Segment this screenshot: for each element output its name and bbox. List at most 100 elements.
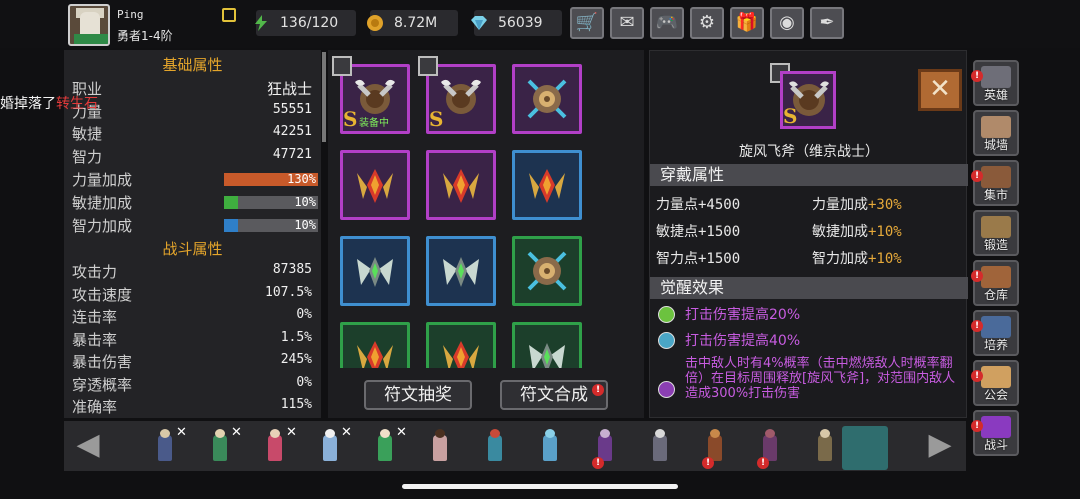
- nav-forge[interactable]: 锻造: [973, 210, 1019, 256]
- hero-head: [325, 429, 335, 438]
- nav-battle-icon: [981, 416, 1011, 438]
- hero-body: [268, 435, 282, 461]
- combat-attributes-title: 战斗属性: [162, 240, 223, 258]
- nav-wall[interactable]: 城墙: [973, 110, 1019, 156]
- awaken-effects-title: 觉醒效果: [650, 277, 968, 299]
- diamond-counter: 56039: [471, 10, 562, 36]
- awaken-text: 打击伤害提高20%: [685, 307, 801, 323]
- wear-attr-value: +1500: [698, 224, 741, 240]
- hero-body: [213, 435, 227, 461]
- combine-alert-icon: !: [592, 384, 604, 396]
- nav-train[interactable]: 培养!: [971, 310, 1019, 356]
- settings-gear-icon[interactable]: ⚙: [690, 7, 724, 39]
- hero-portrait[interactable]: [535, 427, 565, 467]
- locked-x-icon: ✕: [341, 425, 352, 440]
- hero-head: [435, 429, 445, 438]
- nav-market[interactable]: 集市!: [971, 160, 1019, 206]
- locked-x-icon: ✕: [286, 425, 297, 440]
- hero-portrait[interactable]: !: [755, 427, 785, 469]
- shop-cart-icon[interactable]: 🛒: [570, 7, 604, 39]
- hero-portrait[interactable]: [480, 427, 510, 467]
- diamond-icon: [471, 16, 487, 30]
- bonus-label: 智力加成: [72, 217, 133, 235]
- color-wheel-icon[interactable]: ◉: [770, 7, 804, 39]
- prev-arrow-icon[interactable]: ◀: [70, 427, 106, 463]
- intellect-label: 智力: [72, 148, 103, 166]
- feather-icon[interactable]: ✒: [810, 7, 844, 39]
- hero-portrait[interactable]: ✕: [370, 425, 407, 467]
- nav-guild[interactable]: 公会!: [971, 360, 1019, 406]
- shield-rune-icon: [525, 77, 569, 121]
- wear-attr: 敏捷点+1500: [656, 221, 740, 241]
- hero-body: [488, 435, 502, 461]
- hero-head: [710, 429, 720, 438]
- stats-scrollbar[interactable]: [322, 52, 326, 142]
- rune-slot-flame-3[interactable]: [512, 150, 582, 220]
- stat-row-job: 职业 狂战士: [72, 78, 312, 100]
- close-button[interactable]: ✕: [918, 69, 962, 111]
- rune-slot-wing-1[interactable]: [340, 236, 410, 306]
- nav-battle[interactable]: 战斗!: [971, 410, 1019, 456]
- gamepad-icon[interactable]: 🎮: [650, 7, 684, 39]
- hero-portrait[interactable]: ✕: [150, 425, 187, 467]
- drop-notice: 婚掉落了转生石: [0, 93, 98, 113]
- job-value: 狂战士: [266, 80, 312, 98]
- gold-value: 8.72M: [394, 15, 438, 31]
- energy-icon: [255, 15, 267, 31]
- rune-combine-button[interactable]: 符文合成 !: [500, 380, 608, 410]
- rune-slot-shield-2[interactable]: [512, 236, 582, 306]
- agility-label: 敏捷: [72, 125, 103, 143]
- nav-label: 集市: [983, 188, 1008, 202]
- flame-rune-icon: [525, 163, 569, 207]
- wear-attr-label: 敏捷点: [656, 224, 698, 240]
- hero-portrait[interactable]: [645, 427, 675, 467]
- hero-body: [323, 435, 337, 461]
- alert-icon: !: [592, 457, 604, 469]
- hero-head: [765, 429, 775, 438]
- rune-slot-wing-3[interactable]: [512, 322, 582, 368]
- combat-row: 暴击率 1.5%: [72, 329, 312, 351]
- hero-body: [433, 435, 447, 461]
- rune-draw-button[interactable]: 符文抽奖: [364, 380, 472, 410]
- rune-slot-flame-1[interactable]: [340, 150, 410, 220]
- combat-value: 87385: [272, 262, 312, 277]
- hero-portrait[interactable]: ✕: [315, 425, 352, 467]
- energy-value: 136/120: [280, 15, 339, 31]
- hero-portrait[interactable]: [425, 427, 455, 467]
- edit-name-icon[interactable]: [222, 8, 236, 22]
- hero-portrait[interactable]: ✕: [205, 425, 242, 467]
- hero-portrait[interactable]: [810, 427, 840, 467]
- energy-counter: 136/120: [255, 10, 356, 36]
- mail-icon[interactable]: ✉: [610, 7, 644, 39]
- combat-row: 连击率 0%: [72, 306, 312, 328]
- wing-rune-icon: [525, 335, 569, 368]
- nav-label: 战斗: [983, 438, 1008, 452]
- rune-slot-flame-5[interactable]: [426, 322, 496, 368]
- hero-body: [378, 435, 392, 461]
- player-avatar[interactable]: [68, 4, 110, 46]
- basic-attributes-title: 基础属性: [162, 56, 223, 74]
- combat-label: 暴击率: [72, 330, 118, 349]
- nav-storage[interactable]: 仓库!: [971, 260, 1019, 306]
- hero-portrait[interactable]: !: [590, 427, 620, 469]
- rune-slot-wing-2[interactable]: [426, 236, 496, 306]
- bonus-row: 敏捷加成 10%: [72, 192, 318, 214]
- bonus-value: 10%: [294, 195, 316, 209]
- hero-body: [158, 435, 172, 461]
- flame-rune-icon: [353, 335, 397, 368]
- wing-rune-icon: [439, 249, 483, 293]
- nav-hero[interactable]: 英雄!: [971, 60, 1019, 106]
- rune-mini-icon: [418, 56, 438, 76]
- rune-combine-label: 符文合成: [520, 385, 588, 405]
- s-rank-badge: S: [343, 107, 358, 131]
- wear-attr-value: +10%: [868, 224, 902, 240]
- rune-slot-shield-1[interactable]: [512, 64, 582, 134]
- awaken-text: 打击伤害提高40%: [685, 333, 801, 349]
- rune-slot-flame-4[interactable]: [340, 322, 410, 368]
- next-arrow-icon[interactable]: ▶: [922, 427, 958, 463]
- hero-body: [818, 435, 832, 461]
- hero-portrait[interactable]: !: [700, 427, 730, 469]
- gift-icon[interactable]: 🎁: [730, 7, 764, 39]
- rune-slot-flame-2[interactable]: [426, 150, 496, 220]
- hero-portrait[interactable]: ✕: [260, 425, 297, 467]
